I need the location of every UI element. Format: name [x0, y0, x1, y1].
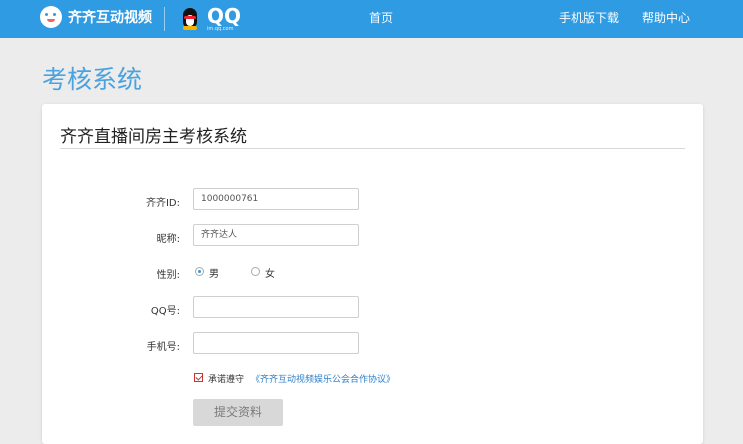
gender-female-radio[interactable] [251, 267, 260, 276]
top-nav-bar: 齐齐互动视频 QQ im.qq.com 首页 手机版下载 帮助中心 [0, 0, 743, 38]
agree-checkbox[interactable] [194, 373, 203, 382]
brand-logo[interactable]: 齐齐互动视频 [40, 5, 152, 29]
qq-logo[interactable]: QQ im.qq.com [180, 4, 241, 34]
qq-number-field[interactable] [193, 296, 359, 318]
brand-name: 齐齐互动视频 [68, 10, 152, 26]
phone-label: 手机号: [146, 342, 180, 353]
qiqi-mascot-icon [40, 6, 62, 28]
page-title: 考核系统 [42, 65, 143, 94]
phone-field[interactable] [193, 332, 359, 354]
gender-female-label[interactable]: 女 [265, 265, 275, 280]
qq-number-label: QQ号: [150, 306, 180, 317]
nickname-field[interactable]: 齐齐达人 [193, 224, 359, 246]
qq-penguin-icon [180, 8, 200, 30]
nickname-label: 昵称: [156, 234, 180, 245]
card-title-divider [60, 148, 685, 149]
nav-link-help-center[interactable]: 帮助中心 [642, 9, 690, 26]
qiqi-id-label: 齐齐ID: [145, 198, 180, 209]
gender-male-radio[interactable] [195, 267, 204, 276]
logo-divider [164, 7, 165, 31]
qq-logo-text: QQ [207, 4, 242, 28]
qq-logo-subtext: im.qq.com [207, 26, 234, 32]
qiqi-id-field[interactable]: 1000000761 [193, 188, 359, 210]
agree-text: 承诺遵守 [208, 375, 245, 385]
nav-link-home[interactable]: 首页 [369, 9, 393, 26]
gender-label: 性别: [156, 270, 180, 281]
agreement-link[interactable]: 《齐齐互动视频娱乐公会合作协议》 [251, 372, 395, 385]
nav-link-mobile-download[interactable]: 手机版下载 [559, 9, 619, 26]
assessment-form-card: 齐齐直播间房主考核系统 齐齐ID: 1000000761 昵称: 齐齐达人 性别… [42, 104, 703, 444]
gender-male-label[interactable]: 男 [209, 265, 219, 280]
submit-button[interactable]: 提交资料 [193, 399, 283, 426]
card-title: 齐齐直播间房主考核系统 [60, 127, 247, 147]
